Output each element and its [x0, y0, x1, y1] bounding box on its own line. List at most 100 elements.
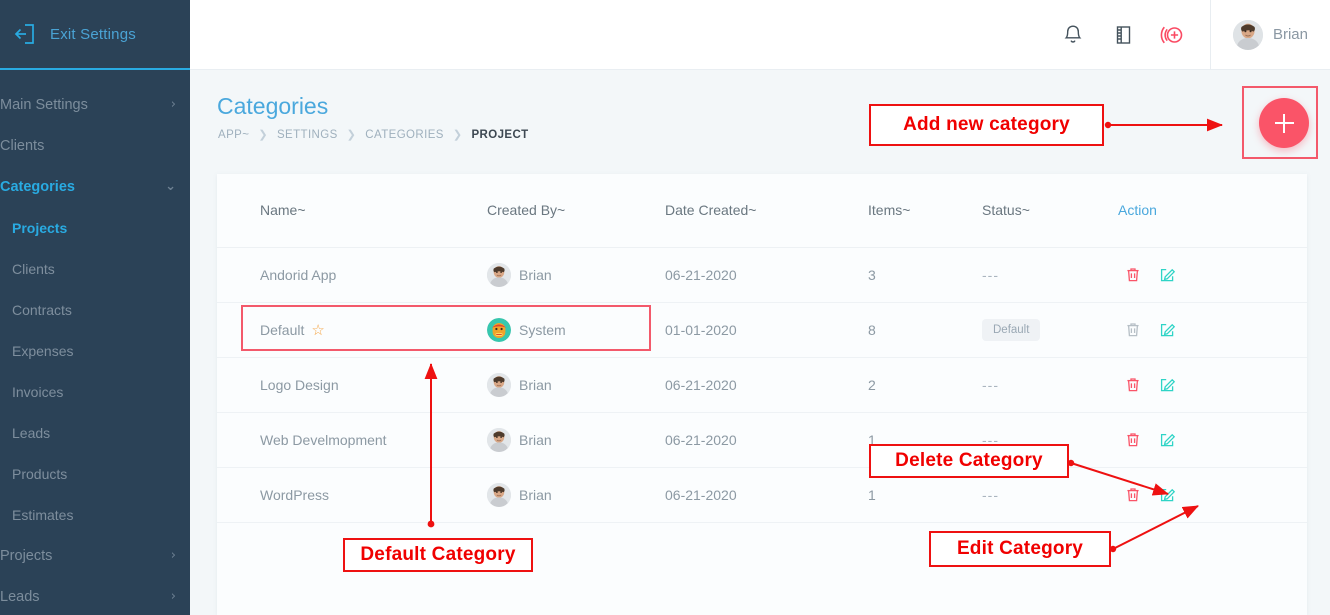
column-header-items[interactable]: Items~: [868, 174, 982, 247]
user-menu[interactable]: Brian: [1211, 20, 1330, 50]
sidebar-item-expenses-6[interactable]: Expenses: [0, 330, 190, 371]
cell-created-by: Brian: [487, 467, 665, 522]
created-by-wrap: Brian: [487, 483, 665, 507]
sidebar-item-projects-11[interactable]: Projects›: [0, 535, 190, 576]
sidebar: Exit Settings Main Settings›ClientsCateg…: [0, 0, 190, 615]
status-badge: Default: [982, 319, 1040, 341]
column-header-status[interactable]: Status~: [982, 174, 1118, 247]
star-icon[interactable]: ☆: [311, 322, 324, 339]
chevron-right-icon: ›: [171, 549, 176, 562]
category-name: WordPress: [260, 487, 329, 503]
sidebar-item-label: Invoices: [12, 384, 176, 400]
add-new-category-button[interactable]: [1259, 98, 1309, 148]
created-by-wrap: Brian: [487, 428, 665, 452]
category-name: Default: [260, 322, 304, 338]
action-buttons: [1118, 320, 1307, 340]
cell-created-by: Brian: [487, 357, 665, 412]
cell-name: Web Develmopment: [217, 412, 487, 467]
sidebar-item-clients-4[interactable]: Clients: [0, 248, 190, 289]
sidebar-item-label: Expenses: [12, 343, 176, 359]
cell-status: Default: [982, 302, 1118, 357]
sidebar-item-estimates-10[interactable]: Estimates: [0, 494, 190, 535]
column-header-date[interactable]: Date Created~: [665, 174, 868, 247]
sidebar-item-categories-2[interactable]: Categories⌄: [0, 166, 190, 207]
cell-items-count: 8: [868, 302, 982, 357]
sidebar-nav: Main Settings›ClientsCategories⌄Projects…: [0, 70, 190, 615]
table-row[interactable]: Default☆System01-01-20208Default: [217, 302, 1307, 357]
edit-category-button[interactable]: [1157, 375, 1177, 395]
category-name: Logo Design: [260, 377, 339, 393]
user-name: Brian: [1273, 26, 1308, 43]
column-header-name[interactable]: Name~: [217, 174, 487, 247]
bell-icon[interactable]: [1060, 22, 1086, 48]
cell-items-count: 1: [868, 412, 982, 467]
created-by-name: Brian: [519, 267, 552, 283]
status-empty: ---: [982, 267, 999, 283]
avatar: [487, 483, 511, 507]
sidebar-item-main-settings-0[interactable]: Main Settings›: [0, 84, 190, 125]
sidebar-item-contracts-5[interactable]: Contracts: [0, 289, 190, 330]
chevron-right-icon: ›: [171, 98, 176, 111]
created-by-name: System: [519, 322, 566, 338]
created-by-wrap: Brian: [487, 373, 665, 397]
edit-category-button[interactable]: [1157, 430, 1177, 450]
exit-logout-icon: [12, 21, 38, 47]
table-row[interactable]: Web DevelmopmentBrian06-21-20201---: [217, 412, 1307, 467]
sidebar-item-label: Projects: [12, 220, 176, 236]
breadcrumb-item-2[interactable]: CATEGORIES: [365, 129, 444, 141]
delete-category-button[interactable]: [1123, 430, 1143, 450]
app-root: Exit Settings Main Settings›ClientsCateg…: [0, 0, 1330, 615]
edit-category-button[interactable]: [1157, 320, 1177, 340]
cell-name: Default ☆: [217, 302, 487, 357]
breadcrumb-separator: ❯: [258, 128, 268, 141]
cell-date-created: 06-21-2020: [665, 467, 868, 522]
breadcrumb-item-0[interactable]: APP~: [218, 129, 249, 141]
breadcrumb-item-1[interactable]: SETTINGS: [277, 129, 338, 141]
sidebar-item-label: Categories: [0, 179, 165, 195]
column-header-action: Action: [1118, 174, 1307, 247]
edit-category-button[interactable]: [1157, 265, 1177, 285]
cell-items-count: 3: [868, 247, 982, 302]
cell-action: [1118, 247, 1307, 302]
cell-status: ---: [982, 357, 1118, 412]
table-header-row: Name~ Created By~ Date Created~ Items~ S…: [217, 174, 1307, 247]
cell-items-count: 2: [868, 357, 982, 412]
exit-settings-button[interactable]: Exit Settings: [0, 0, 190, 70]
main-content: Categories APP~❯SETTINGS❯CATEGORIES❯PROJ…: [190, 70, 1330, 615]
avatar: [487, 263, 511, 287]
system-avatar-icon: [487, 318, 511, 342]
cell-items-count: 1: [868, 467, 982, 522]
avatar: [1233, 20, 1263, 50]
cell-name: Andorid App: [217, 247, 487, 302]
delete-category-button[interactable]: [1123, 265, 1143, 285]
sidebar-item-projects-3[interactable]: Projects: [0, 207, 190, 248]
sidebar-item-leads-8[interactable]: Leads: [0, 412, 190, 453]
table-body: Andorid AppBrian06-21-20203---Default☆Sy…: [217, 247, 1307, 522]
sidebar-item-invoices-7[interactable]: Invoices: [0, 371, 190, 412]
table-row[interactable]: Logo Design Brian06-21-20202---: [217, 357, 1307, 412]
breadcrumb-separator: ❯: [453, 128, 463, 141]
column-header-created-by[interactable]: Created By~: [487, 174, 665, 247]
category-name: Andorid App: [260, 267, 336, 283]
notebook-icon[interactable]: [1110, 22, 1136, 48]
delete-category-button[interactable]: [1123, 485, 1143, 505]
delete-category-button[interactable]: [1123, 375, 1143, 395]
table-row[interactable]: Andorid AppBrian06-21-20203---: [217, 247, 1307, 302]
table-header: Name~ Created By~ Date Created~ Items~ S…: [217, 174, 1307, 247]
breadcrumb-item-3: PROJECT: [471, 129, 528, 141]
table-row[interactable]: WordPress Brian06-21-20201---: [217, 467, 1307, 522]
sidebar-item-products-9[interactable]: Products: [0, 453, 190, 494]
cell-status: ---: [982, 467, 1118, 522]
sidebar-item-label: Products: [12, 466, 176, 482]
sidebar-item-leads-12[interactable]: Leads›: [0, 576, 190, 615]
delete-category-button: [1123, 320, 1143, 340]
exit-settings-label: Exit Settings: [50, 26, 136, 43]
sidebar-item-clients-1[interactable]: Clients: [0, 125, 190, 166]
topbar-icon-group: [1060, 22, 1210, 48]
cell-date-created: 06-21-2020: [665, 357, 868, 412]
status-empty: ---: [982, 377, 999, 393]
add-circle-icon[interactable]: [1160, 22, 1186, 48]
edit-category-button[interactable]: [1157, 485, 1177, 505]
category-name: Web Develmopment: [260, 432, 387, 448]
sidebar-item-label: Contracts: [12, 302, 176, 318]
